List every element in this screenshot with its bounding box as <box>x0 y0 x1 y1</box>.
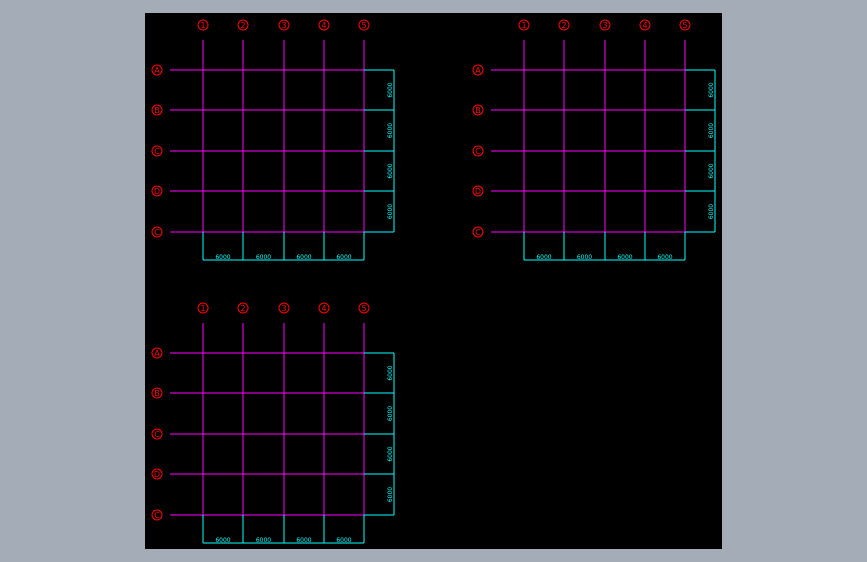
row-label: D <box>154 470 160 479</box>
row-label: D <box>475 187 481 196</box>
bay-dimension-label: 6000 <box>256 254 271 261</box>
span-dimension-label: 6000 <box>387 123 394 138</box>
row-label: C <box>154 228 160 237</box>
row-label: D <box>154 187 160 196</box>
row-label: B <box>475 106 481 115</box>
span-dimension-label: 6000 <box>387 487 394 502</box>
row-label: B <box>154 106 160 115</box>
row-label: B <box>154 389 160 398</box>
span-dimension-label: 6000 <box>387 406 394 421</box>
column-label: 4 <box>321 304 326 313</box>
column-label: 3 <box>602 21 607 30</box>
row-label: C <box>154 511 160 520</box>
bay-dimension-label: 6000 <box>577 254 592 261</box>
row-label: C <box>475 147 481 156</box>
column-label: 4 <box>321 21 326 30</box>
bay-dimension-label: 6000 <box>296 537 311 544</box>
row-label: C <box>154 430 160 439</box>
column-label: 3 <box>281 21 286 30</box>
column-label: 4 <box>642 21 647 30</box>
span-dimension-label: 6000 <box>708 163 715 178</box>
column-label: 3 <box>281 304 286 313</box>
column-label: 2 <box>561 21 566 30</box>
bay-dimension-label: 6000 <box>336 254 351 261</box>
row-label: A <box>154 349 160 358</box>
column-label: 5 <box>361 304 366 313</box>
row-label: A <box>475 66 481 75</box>
span-dimension-label: 6000 <box>708 204 715 219</box>
span-dimension-label: 6000 <box>387 204 394 219</box>
row-label: C <box>154 147 160 156</box>
span-dimension-label: 6000 <box>708 82 715 97</box>
bay-dimension-label: 6000 <box>215 537 230 544</box>
bay-dimension-label: 6000 <box>336 537 351 544</box>
row-label: A <box>154 66 160 75</box>
column-label: 5 <box>361 21 366 30</box>
bay-dimension-label: 6000 <box>256 537 271 544</box>
span-dimension-label: 6000 <box>387 446 394 461</box>
column-label: 2 <box>240 304 245 313</box>
span-dimension-label: 6000 <box>387 163 394 178</box>
grid-plans: 1 2 3 4 5 A B C D C 6000 6000 6000 6000 6000 6000 6000 60… <box>151 19 716 544</box>
grid-plan-3: 1 2 3 4 5 A B C D C 6000 6000 6000 6000 6000 6000 6000 60… <box>151 302 395 544</box>
column-label: 1 <box>200 304 205 313</box>
span-dimension-label: 6000 <box>708 123 715 138</box>
column-label: 1 <box>200 21 205 30</box>
bay-dimension-label: 6000 <box>215 254 230 261</box>
span-dimension-label: 6000 <box>387 82 394 97</box>
grid-plan-1: 1 2 3 4 5 A B C D C 6000 6000 6000 6000 6000 6000 6000 60… <box>151 19 395 261</box>
column-label: 1 <box>521 21 526 30</box>
span-dimension-label: 6000 <box>387 365 394 380</box>
bay-dimension-label: 6000 <box>617 254 632 261</box>
row-label: C <box>475 228 481 237</box>
bay-dimension-label: 6000 <box>296 254 311 261</box>
column-label: 2 <box>240 21 245 30</box>
column-label: 5 <box>682 21 687 30</box>
bay-dimension-label: 6000 <box>536 254 551 261</box>
bay-dimension-label: 6000 <box>657 254 672 261</box>
grid-plan-2: 1 2 3 4 5 A B C D C 6000 6000 6000 6000 6000 6000 6000 60… <box>472 19 716 261</box>
drawing-canvas[interactable]: 1 2 3 4 5 A B C D C 6000 6000 6000 6000 6000 6000 6000 60… <box>145 13 722 549</box>
